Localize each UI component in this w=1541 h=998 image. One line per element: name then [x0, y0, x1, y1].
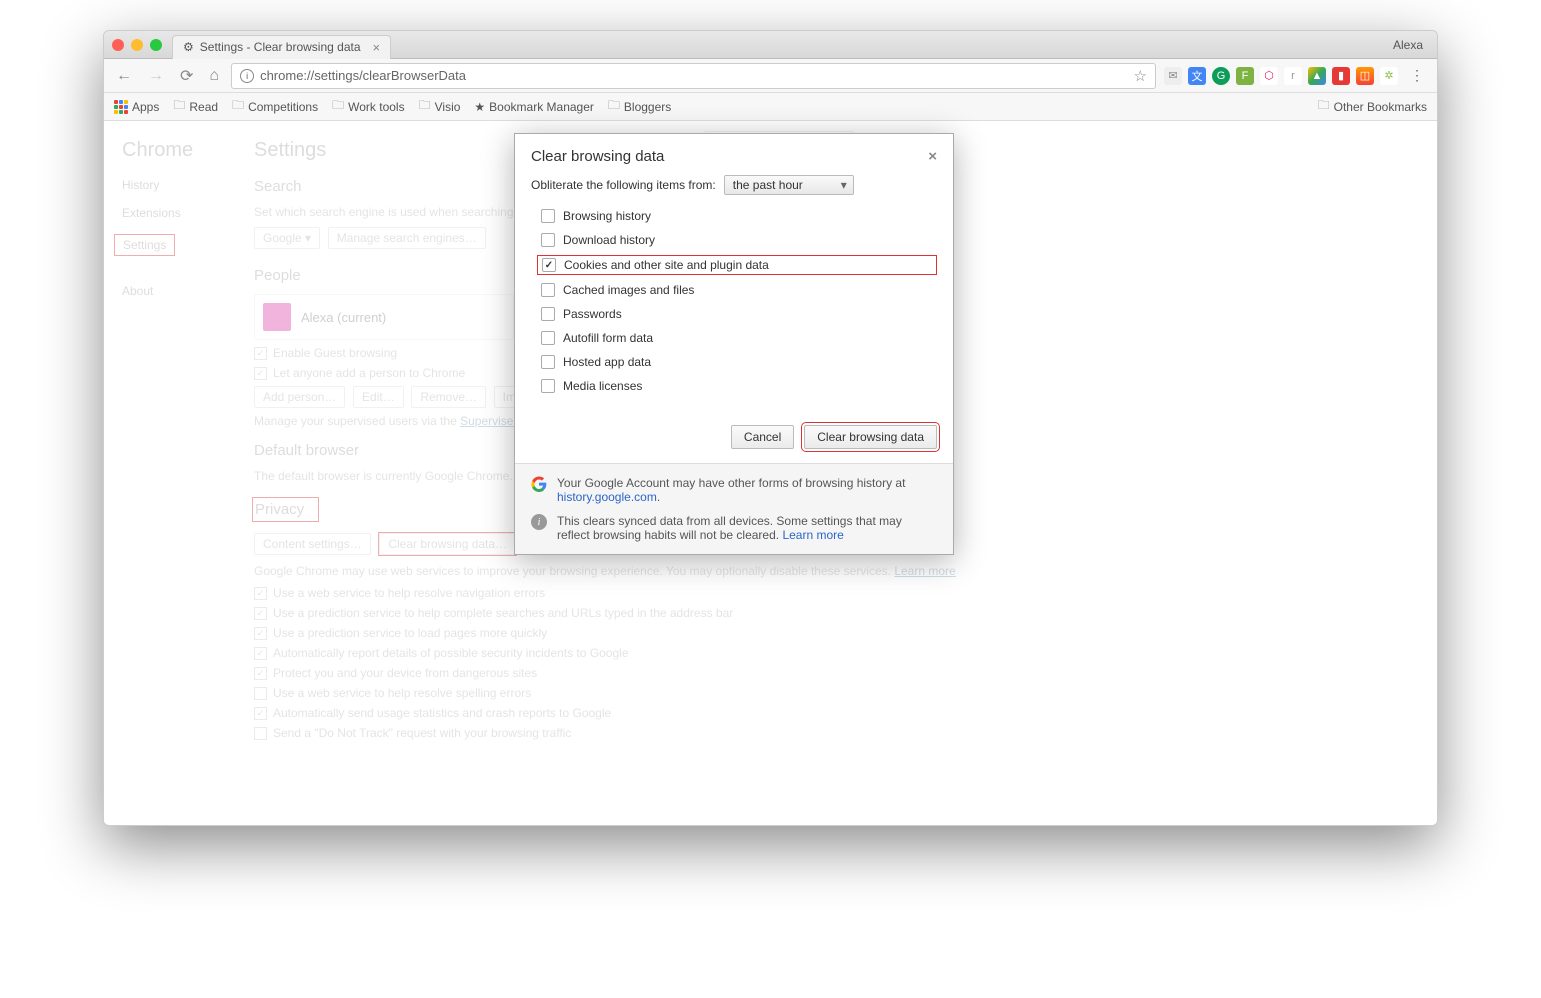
folder-icon: 🗀 — [232, 96, 244, 117]
tab-close-icon[interactable]: × — [373, 40, 381, 55]
forward-button[interactable]: → — [144, 65, 168, 87]
titlebar: ⚙ Settings - Clear browsing data × Alexa — [104, 31, 1437, 59]
bookmark-star-icon[interactable]: ☆ — [1134, 67, 1147, 85]
folder-icon: 🗀 — [173, 96, 185, 117]
checkbox-label: Passwords — [563, 307, 622, 321]
checkbox-label: Autofill form data — [563, 331, 653, 345]
history-google-link[interactable]: history.google.com — [557, 490, 657, 504]
ext-icon-mail[interactable]: ✉ — [1164, 67, 1182, 85]
reload-button[interactable]: ⟳ — [176, 64, 197, 88]
checkbox-icon — [541, 283, 555, 297]
site-info-icon[interactable]: i — [240, 69, 254, 83]
bookmark-competitions[interactable]: 🗀Competitions — [232, 96, 318, 117]
checkbox-icon — [541, 307, 555, 321]
checkbox-label: Download history — [563, 233, 655, 247]
clear-item-3[interactable]: Cached images and files — [537, 281, 937, 299]
checkbox-icon — [541, 331, 555, 345]
browser-window: ⚙ Settings - Clear browsing data × Alexa… — [103, 30, 1438, 826]
checkbox-icon — [541, 233, 555, 247]
sync-info-text: This clears synced data from all devices… — [557, 514, 937, 542]
minimize-window-button[interactable] — [131, 39, 143, 51]
time-range-select[interactable]: the past hour — [724, 175, 854, 195]
checkbox-icon — [541, 209, 555, 223]
folder-icon: 🗀 — [1318, 96, 1330, 117]
close-window-button[interactable] — [112, 39, 124, 51]
dialog-close-button[interactable]: × — [928, 148, 937, 165]
cancel-button[interactable]: Cancel — [731, 425, 794, 449]
browser-tab[interactable]: ⚙ Settings - Clear browsing data × — [172, 35, 391, 59]
back-button[interactable]: ← — [112, 65, 136, 87]
maximize-window-button[interactable] — [150, 39, 162, 51]
clear-item-5[interactable]: Autofill form data — [537, 329, 937, 347]
clear-item-2[interactable]: Cookies and other site and plugin data — [537, 255, 937, 275]
account-history-text: Your Google Account may have other forms… — [557, 476, 937, 504]
window-controls — [112, 39, 162, 51]
checkbox-icon — [542, 258, 556, 272]
folder-icon: 🗀 — [419, 96, 431, 117]
bookmark-bloggers[interactable]: 🗀Bloggers — [608, 96, 671, 117]
address-bar[interactable]: i chrome://settings/clearBrowserData ☆ — [231, 63, 1156, 89]
url-text: chrome://settings/clearBrowserData — [260, 68, 466, 83]
google-icon — [531, 476, 547, 492]
folder-icon: 🗀 — [332, 96, 344, 117]
bookmark-other[interactable]: 🗀Other Bookmarks — [1318, 96, 1427, 117]
tab-title: Settings - Clear browsing data — [200, 40, 361, 54]
ext-icon-drive[interactable]: ▲ — [1308, 67, 1326, 85]
learn-more-link[interactable]: Learn more — [782, 528, 843, 542]
bookmark-read[interactable]: 🗀Read — [173, 96, 218, 117]
clear-item-6[interactable]: Hosted app data — [537, 353, 937, 371]
bookmark-bar: Apps 🗀Read 🗀Competitions 🗀Work tools 🗀Vi… — [104, 93, 1437, 121]
checkbox-label: Browsing history — [563, 209, 651, 223]
clear-browsing-data-button[interactable]: Clear browsing data — [804, 425, 937, 449]
clear-item-7[interactable]: Media licenses — [537, 377, 937, 395]
bookmark-visio[interactable]: 🗀Visio — [419, 96, 461, 117]
checkbox-label: Hosted app data — [563, 355, 651, 369]
gear-icon: ⚙ — [183, 40, 194, 54]
checkbox-label: Cached images and files — [563, 283, 694, 297]
checkbox-label: Media licenses — [563, 379, 642, 393]
checkbox-icon — [541, 355, 555, 369]
clear-item-1[interactable]: Download history — [537, 231, 937, 249]
dialog-title: Clear browsing data — [531, 148, 664, 165]
obliterate-label: Obliterate the following items from: — [531, 178, 716, 192]
ext-icon-translate[interactable]: 文 — [1188, 67, 1206, 85]
clear-item-4[interactable]: Passwords — [537, 305, 937, 323]
extension-icons: ✉ 文 G F ⬡ r ▲ ▮ ◫ ✲ — [1164, 67, 1398, 85]
ext-icon-chart[interactable]: ◫ — [1356, 67, 1374, 85]
clear-item-0[interactable]: Browsing history — [537, 207, 937, 225]
bookmark-apps[interactable]: Apps — [114, 100, 159, 114]
page-content: Chrome History Extensions Settings About… — [104, 121, 1437, 825]
ext-icon-bug[interactable]: ✲ — [1380, 67, 1398, 85]
ext-icon-hex[interactable]: ⬡ — [1260, 67, 1278, 85]
checkbox-icon — [541, 379, 555, 393]
ext-icon-flag[interactable]: ▮ — [1332, 67, 1350, 85]
checkbox-label: Cookies and other site and plugin data — [564, 258, 769, 272]
folder-icon: 🗀 — [608, 96, 620, 117]
clear-browsing-data-dialog: Clear browsing data × Obliterate the fol… — [514, 133, 954, 555]
navbar: ← → ⟳ ⌂ i chrome://settings/clearBrowser… — [104, 59, 1437, 93]
profile-name[interactable]: Alexa — [1393, 38, 1423, 52]
ext-icon-f[interactable]: F — [1236, 67, 1254, 85]
star-icon: ★ — [474, 100, 485, 114]
ext-icon-g[interactable]: G — [1212, 67, 1230, 85]
info-icon: i — [531, 514, 547, 530]
chrome-menu-button[interactable]: ⋮ — [1406, 67, 1429, 84]
bookmark-work-tools[interactable]: 🗀Work tools — [332, 96, 404, 117]
ext-icon-r[interactable]: r — [1284, 67, 1302, 85]
home-button[interactable]: ⌂ — [205, 65, 223, 87]
bookmark-manager[interactable]: ★Bookmark Manager — [474, 100, 593, 114]
